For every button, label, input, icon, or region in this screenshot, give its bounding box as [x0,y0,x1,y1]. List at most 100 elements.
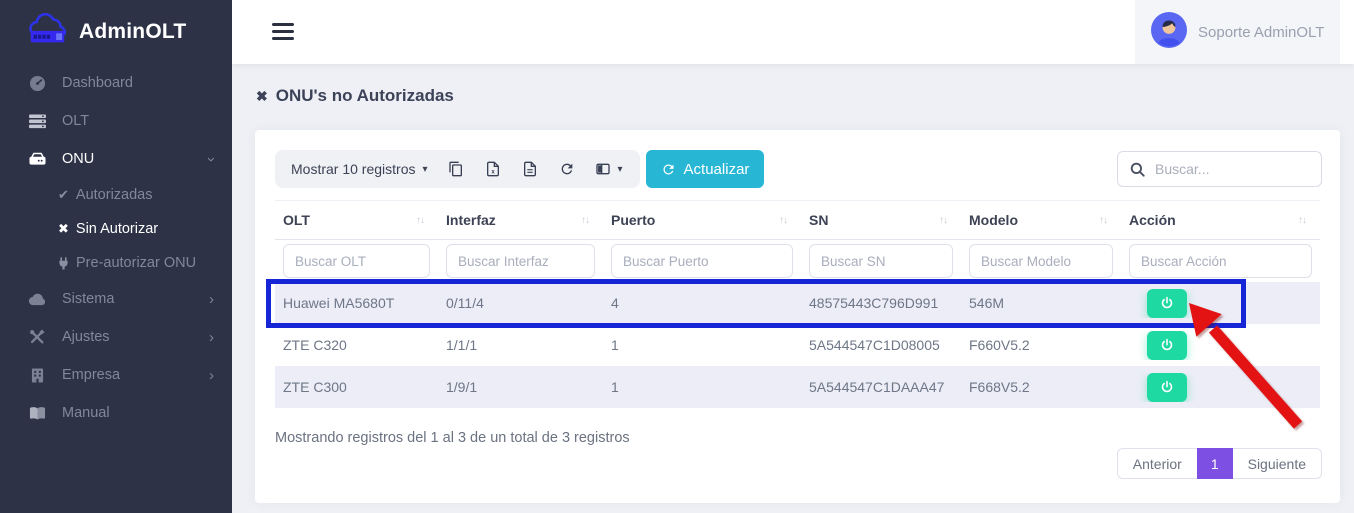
svg-text:x: x [491,169,495,175]
filter-olt-input[interactable] [283,244,430,278]
sidebar-item-manual[interactable]: Manual [0,394,232,432]
caret-down-icon: ▾ [422,164,427,175]
sidebar-item-label: Sistema [62,291,114,307]
sidebar-item-pre-autorizar-onu[interactable]: Pre-autorizar ONU [0,246,232,280]
filter-puerto-input[interactable] [611,244,793,278]
filter-interfaz-input[interactable] [446,244,595,278]
document-icon [522,161,538,177]
olt-cloud-logo-icon [26,13,70,51]
filter-sn-input[interactable] [809,244,953,278]
x-icon: ✖ [58,221,69,237]
column-visibility-button[interactable]: ▾ [586,150,632,188]
sidebar-item-sistema[interactable]: Sistema › [0,280,232,318]
sidebar-item-dashboard[interactable]: Dashboard [0,64,232,102]
table-info-text: Mostrando registros del 1 al 3 de un tot… [275,430,630,446]
avatar [1151,12,1187,53]
sidebar: AdminOLT Dashboard OLT ONU › ✔ Autorizad… [0,0,232,513]
book-icon [26,406,48,420]
user-name: Soporte AdminOLT [1198,24,1324,41]
columns-icon [595,161,611,177]
tool-group: Mostrar 10 registros ▾ x ▾ [275,150,640,188]
page-length-select[interactable]: Mostrar 10 registros [291,161,415,177]
sidebar-item-olt[interactable]: OLT [0,102,232,140]
pagination-next-button[interactable]: Siguiente [1232,448,1322,479]
dashboard-gauge-icon [26,75,48,92]
caret-down-icon: ▾ [618,164,623,175]
table-row: Huawei MA5680T 0/11/4 4 48575443C796D991… [275,282,1320,324]
sort-icon: ↑↓ [1298,215,1306,226]
datatable-card: Mostrar 10 registros ▾ x ▾ Actualizar [255,130,1340,503]
app-title: AdminOLT [79,20,186,44]
sort-icon: ↑↓ [416,215,424,226]
chevron-right-icon: › [209,368,214,383]
onu-table: OLT↑↓ Interfaz↑↓ Puerto↑↓ SN↑↓ Modelo↑↓ … [275,200,1320,408]
column-header-olt[interactable]: OLT↑↓ [275,212,438,228]
authorize-onu-button[interactable] [1147,331,1187,360]
chevron-right-icon: › [209,330,214,345]
building-icon [26,368,48,383]
copy-button[interactable] [438,150,475,188]
actualizar-button[interactable]: Actualizar [646,150,765,188]
page-title: ✖ ONU's no Autorizadas [256,86,454,106]
page-title-text: ONU's no Autorizadas [276,86,454,106]
sidebar-item-label: Autorizadas [76,187,153,203]
pagination: Anterior 1 Siguiente [1117,448,1322,479]
actualizar-label: Actualizar [684,161,750,178]
column-header-accion[interactable]: Acción↑↓ [1121,212,1320,228]
chevron-down-icon: › [204,157,219,162]
check-icon: ✔ [58,187,69,203]
sort-icon: ↑↓ [581,215,589,226]
table-row: ZTE C320 1/1/1 1 5A544547C1D08005 F660V5… [275,324,1320,366]
sidebar-item-ajustes[interactable]: Ajustes › [0,318,232,356]
column-header-sn[interactable]: SN↑↓ [801,212,961,228]
column-header-puerto[interactable]: Puerto↑↓ [603,212,801,228]
sidebar-item-empresa[interactable]: Empresa › [0,356,232,394]
power-icon [1160,380,1174,394]
power-icon [1160,296,1174,310]
table-header-row: OLT↑↓ Interfaz↑↓ Puerto↑↓ SN↑↓ Modelo↑↓ … [275,200,1320,240]
power-icon [1160,338,1174,352]
chevron-right-icon: › [209,292,214,307]
x-icon: ✖ [256,88,268,105]
sidebar-item-autorizadas[interactable]: ✔ Autorizadas [0,178,232,212]
column-header-interfaz[interactable]: Interfaz↑↓ [438,212,603,228]
sort-icon: ↑↓ [779,215,787,226]
refresh-icon [661,162,676,177]
sort-icon: ↑↓ [939,215,947,226]
authorize-onu-button[interactable] [1147,373,1187,402]
sidebar-item-label: Sin Autorizar [76,221,158,237]
app-logo[interactable]: AdminOLT [0,0,232,64]
global-search [1117,151,1322,187]
search-icon [1130,162,1145,177]
pdf-export-button[interactable] [512,150,549,188]
authorize-onu-button[interactable] [1147,289,1187,318]
cloud-icon [26,293,48,306]
pagination-previous-button[interactable]: Anterior [1117,448,1198,479]
menu-toggle-button[interactable] [272,23,294,43]
sidebar-item-sin-autorizar[interactable]: ✖ Sin Autorizar [0,212,232,246]
column-header-modelo[interactable]: Modelo↑↓ [961,212,1121,228]
excel-file-icon: x [485,161,501,177]
reload-table-button[interactable] [549,150,586,188]
refresh-icon [559,161,575,177]
table-row: ZTE C300 1/9/1 1 5A544547C1DAAA47 F668V5… [275,366,1320,408]
search-input[interactable] [1155,161,1309,177]
topbar: Soporte AdminOLT [232,0,1354,64]
table-filter-row [275,240,1320,282]
sidebar-item-label: Empresa [62,367,120,383]
device-hdd-icon [26,152,48,166]
excel-export-button[interactable]: x [475,150,512,188]
sidebar-item-label: Ajustes [62,329,110,345]
sidebar-item-label: Manual [62,405,110,421]
server-icon [26,114,48,129]
sidebar-item-label: OLT [62,113,89,129]
plug-icon [58,257,69,270]
sidebar-item-onu[interactable]: ONU › [0,140,232,178]
sidebar-item-label: ONU [62,151,94,167]
pagination-page-1[interactable]: 1 [1197,448,1233,479]
filter-modelo-input[interactable] [969,244,1113,278]
table-toolbar: Mostrar 10 registros ▾ x ▾ Actualizar [275,150,1322,188]
copy-icon [448,161,464,177]
filter-accion-input[interactable] [1129,244,1312,278]
user-profile[interactable]: Soporte AdminOLT [1135,0,1340,64]
